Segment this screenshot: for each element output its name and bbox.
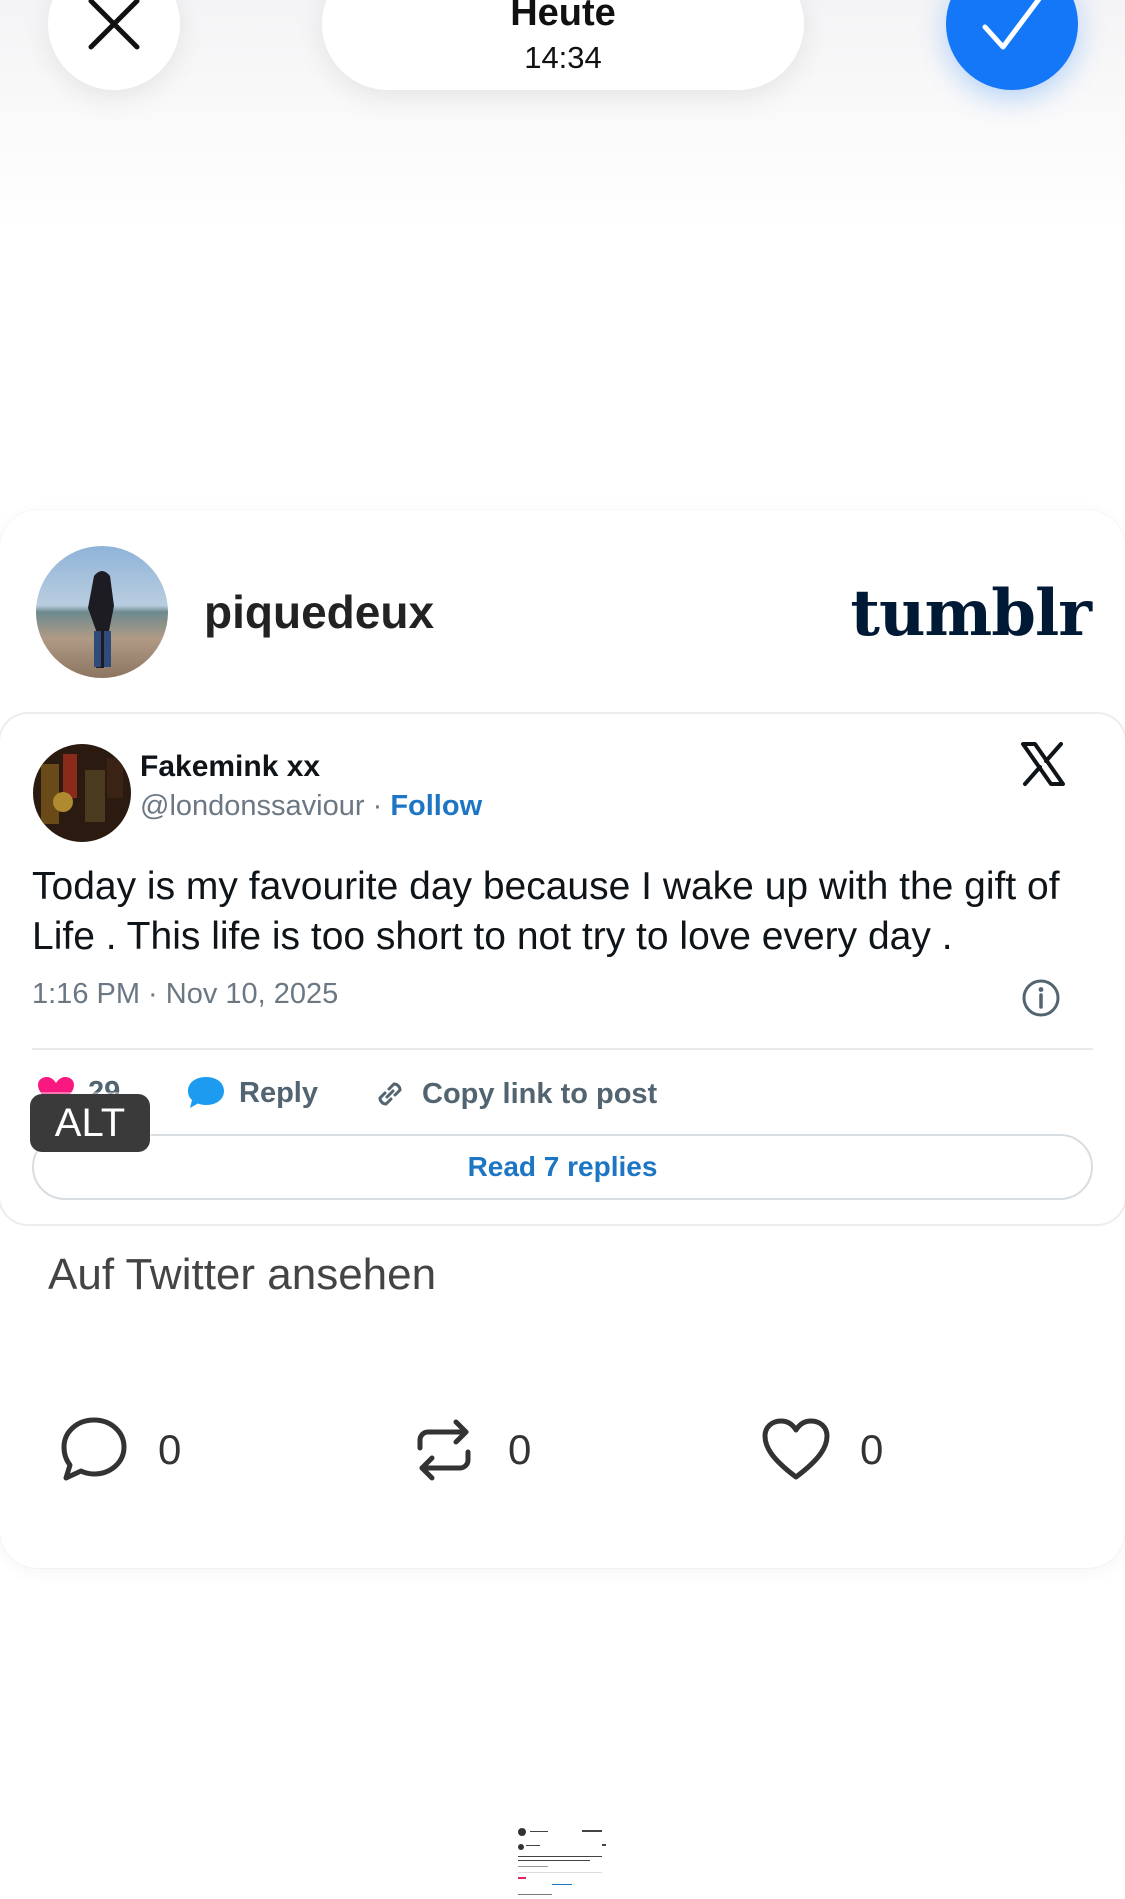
tweet-avatar[interactable] [33, 744, 131, 842]
read-replies-button[interactable]: Read 7 replies [32, 1134, 1093, 1200]
tweet-text: Today is my favourite day because I wake… [32, 865, 1060, 958]
like-button[interactable]: 0 [760, 1410, 883, 1490]
post-username[interactable]: piquedeux [204, 585, 434, 639]
copy-link-action[interactable]: Copy link to post [372, 1076, 657, 1112]
separator-dot: · [372, 790, 383, 822]
follow-link[interactable]: Follow [390, 790, 482, 822]
close-icon [88, 0, 140, 50]
tumblr-logo: tumblr [850, 576, 1092, 651]
view-on-twitter-link[interactable]: Auf Twitter ansehen [48, 1250, 436, 1300]
avatar[interactable] [36, 546, 168, 678]
reblog-button[interactable]: 0 [408, 1410, 531, 1490]
post-thumbnail-preview[interactable] [512, 1822, 612, 1899]
date-label: Heute [510, 0, 616, 34]
comment-count: 0 [158, 1426, 182, 1473]
heart-icon [762, 1418, 830, 1480]
comment-button[interactable]: 0 [58, 1410, 181, 1490]
date-time-selector[interactable]: Heute 14:34 [322, 0, 804, 90]
speech-bubble-icon [188, 1077, 224, 1108]
reply-label: Reply [239, 1076, 318, 1109]
tweet-handle[interactable]: @londonssaviour [140, 790, 365, 822]
post-card: piquedeux tumblr Fakemink xx @londonssav… [0, 510, 1125, 1568]
link-icon [378, 1082, 402, 1106]
comment-icon [61, 1417, 127, 1481]
divider [32, 1048, 1093, 1050]
like-count-post: 0 [860, 1426, 884, 1473]
info-icon[interactable] [1021, 978, 1061, 1018]
tweet-timestamp[interactable]: 1:16 PM · Nov 10, 2025 [32, 978, 338, 1011]
alt-badge[interactable]: ALT [30, 1094, 150, 1152]
reblog-count: 0 [508, 1426, 532, 1473]
reblog-icon [417, 1419, 471, 1481]
tweet-actions: 29 Reply Copy link to post [32, 1076, 1092, 1116]
time-label: 14:34 [524, 40, 602, 75]
embedded-tweet: Fakemink xx @londonssaviour · Follow Tod… [0, 714, 1125, 1224]
reply-action[interactable]: Reply [187, 1076, 318, 1110]
x-logo-icon[interactable] [1019, 740, 1067, 788]
checkmark-icon [982, 0, 1042, 50]
copy-link-label: Copy link to post [422, 1077, 658, 1110]
tweet-display-name[interactable]: Fakemink xx [140, 750, 320, 784]
tweet-handle-row: @londonssaviour · Follow [140, 790, 482, 823]
post-stats: 0 0 0 [0, 1410, 1125, 1490]
